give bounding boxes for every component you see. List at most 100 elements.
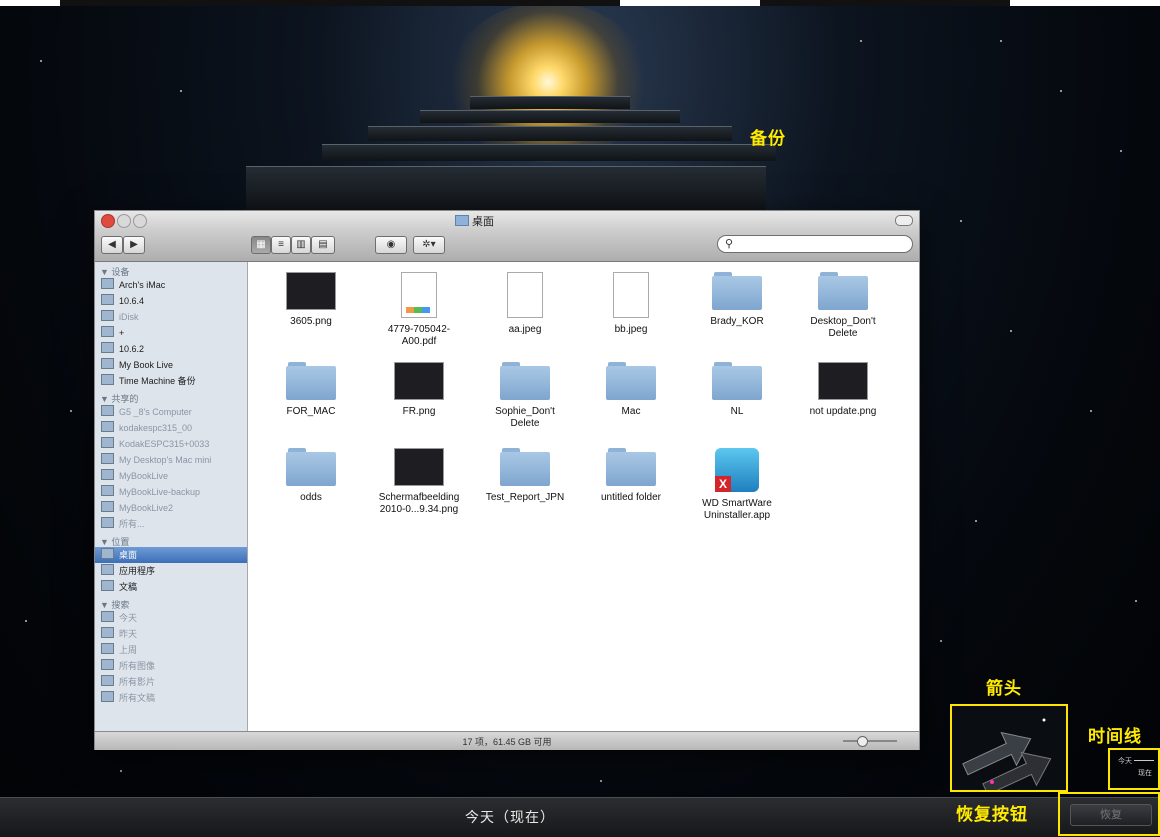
sidebar-item-shared[interactable]: MyBookLive2	[95, 500, 247, 516]
timeline-now[interactable]: 现在	[1138, 768, 1152, 778]
sidebar-section-search: ▼ 搜索	[100, 600, 130, 610]
sidebar-item-disk[interactable]: 10.6.2	[95, 341, 247, 357]
sidebar-section-devices: ▼ 设备	[100, 267, 130, 277]
file-item[interactable]: 3605.png	[258, 272, 364, 328]
sidebar-item-applications[interactable]: 应用程序	[95, 563, 247, 579]
title-bar: 桌面	[95, 211, 919, 229]
desktop-icon	[101, 548, 114, 559]
folder-icon	[455, 215, 469, 226]
sidebar-item-shared[interactable]: kodakespc315_00	[95, 420, 247, 436]
sidebar-item-search[interactable]: 今天	[95, 610, 247, 626]
file-item[interactable]: X WD SmartWare Uninstaller.app	[684, 448, 790, 522]
file-item[interactable]: odds	[258, 448, 364, 504]
sidebar-item-label: MyBookLive2	[119, 503, 174, 513]
sidebar-item-label: 所有...	[119, 519, 145, 529]
file-item[interactable]: Test_Report_JPN	[472, 448, 578, 504]
date-label: 今天（现在）	[465, 809, 555, 825]
icon-size-slider[interactable]	[843, 740, 897, 742]
sidebar-item-shared[interactable]: MyBookLive-backup	[95, 484, 247, 500]
file-item[interactable]: not update.png	[790, 362, 896, 418]
sidebar-item-shared[interactable]: G5 _8's Computer	[95, 404, 247, 420]
folder-icon	[606, 362, 656, 400]
sidebar-item-timemachine[interactable]: Time Machine 备份	[95, 373, 247, 389]
sidebar-item-shared-all[interactable]: 所有...	[95, 516, 247, 532]
toolbar-toggle-button[interactable]	[895, 215, 913, 226]
folder-icon	[500, 448, 550, 486]
search-input[interactable]: ⚲	[717, 235, 913, 253]
file-item[interactable]: Mac	[578, 362, 684, 418]
file-item[interactable]: untitled folder	[578, 448, 684, 504]
file-item[interactable]: Schermafbeelding 2010-0...9.34.png	[366, 448, 472, 516]
file-name: Schermafbeelding 2010-0...9.34.png	[378, 492, 460, 515]
close-button[interactable]	[101, 214, 115, 228]
annotation-restore-button: 恢复按钮	[956, 805, 1028, 824]
sidebar-item-desktop[interactable]: 桌面	[95, 547, 247, 563]
file-item[interactable]: NL	[684, 362, 790, 418]
sidebar-item-search[interactable]: 所有图像	[95, 658, 247, 674]
sidebar-item-disk[interactable]: +	[95, 325, 247, 341]
forward-button[interactable]: ▶	[123, 236, 145, 254]
back-button[interactable]: ◀	[101, 236, 123, 254]
file-name: FOR_MAC	[286, 406, 336, 417]
column-view-button[interactable]: ▥	[291, 236, 311, 254]
navigation-arrows-icon[interactable]	[952, 706, 1066, 796]
coverflow-view-button[interactable]: ▤	[311, 236, 335, 254]
file-name: NL	[730, 406, 744, 417]
folder-icon	[712, 362, 762, 400]
file-name: Desktop_Don't Delete	[810, 316, 876, 339]
sidebar-item-label: Arch's iMac	[119, 280, 166, 290]
zoom-button[interactable]	[133, 214, 147, 228]
sidebar-item-mybooklive[interactable]: My Book Live	[95, 357, 247, 373]
sidebar-section-shared: ▼ 共享的	[100, 394, 139, 404]
annotation-backup: 备份	[750, 129, 786, 148]
file-grid: 3605.png 4779-705042- A00.pdf aa.jpeg bb.jp…	[248, 262, 919, 731]
sidebar-item-label: 应用程序	[119, 566, 156, 576]
timeline-tick	[1134, 760, 1154, 761]
file-item[interactable]: bb.jpeg	[578, 272, 684, 336]
sidebar-item-search[interactable]: 所有影片	[95, 674, 247, 690]
file-item[interactable]: Sophie_Don't Delete	[472, 362, 578, 430]
sidebar-item-imac[interactable]: Arch's iMac	[95, 277, 247, 293]
list-view-button[interactable]: ≡	[271, 236, 291, 254]
action-gear-button[interactable]: ✲▾	[413, 236, 445, 254]
sidebar-item-shared[interactable]: MyBookLive	[95, 468, 247, 484]
sidebar-item-search[interactable]: 上周	[95, 642, 247, 658]
file-item[interactable]: Brady_KOR	[684, 272, 790, 328]
file-name: WD SmartWare Uninstaller.app	[702, 498, 772, 521]
sidebar-item-label: 今天	[119, 613, 138, 623]
clock-icon	[101, 643, 114, 654]
sidebar-item-search[interactable]: 所有文稿	[95, 690, 247, 706]
file-item[interactable]: Desktop_Don't Delete	[790, 272, 896, 340]
sidebar-item-idisk[interactable]: iDisk	[95, 309, 247, 325]
file-item[interactable]: FR.png	[366, 362, 472, 418]
sidebar-item-label: 上周	[119, 645, 138, 655]
file-name: Test_Report_JPN	[485, 492, 565, 503]
file-name: Sophie_Don't Delete	[495, 406, 555, 429]
sidebar-item-documents[interactable]: 文稿	[95, 579, 247, 595]
quicklook-button[interactable]: ◉	[375, 236, 407, 254]
file-name: Mac	[621, 406, 641, 417]
restore-button[interactable]: 恢复	[1070, 804, 1152, 826]
image-thumbnail-icon	[394, 362, 444, 400]
file-item[interactable]: FOR_MAC	[258, 362, 364, 418]
file-item[interactable]: 4779-705042- A00.pdf	[366, 272, 472, 348]
icon-size-slider-knob[interactable]	[857, 736, 868, 747]
folder-icon	[606, 448, 656, 486]
uninstaller-app-icon: X	[715, 448, 759, 492]
sidebar-item-search[interactable]: 昨天	[95, 626, 247, 642]
icon-view-button[interactable]: ▦	[251, 236, 271, 254]
sidebar-item-shared[interactable]: My Desktop's Mac mini	[95, 452, 247, 468]
idisk-icon	[101, 310, 114, 321]
smart-folder-icon	[101, 659, 114, 670]
file-item[interactable]: aa.jpeg	[472, 272, 578, 336]
timeline-today[interactable]: 今天	[1118, 756, 1132, 766]
sidebar-item-disk[interactable]: 10.6.4	[95, 293, 247, 309]
computer-icon	[101, 501, 114, 512]
sidebar-item-shared[interactable]: KodakESPC315+0033	[95, 436, 247, 452]
sidebar-item-label: +	[119, 328, 125, 338]
minimize-button[interactable]	[117, 214, 131, 228]
sidebar-item-label: 10.6.2	[119, 344, 145, 354]
sidebar-item-label: My Desktop's Mac mini	[119, 455, 212, 465]
file-name: odds	[300, 492, 322, 503]
image-thumbnail-icon	[818, 362, 868, 400]
